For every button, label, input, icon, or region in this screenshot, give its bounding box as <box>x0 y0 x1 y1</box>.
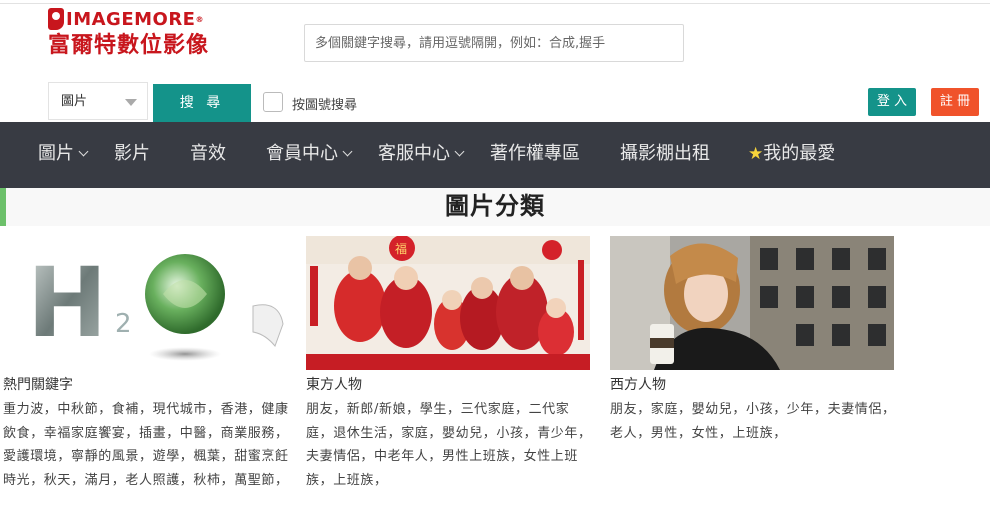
register-button[interactable]: 註 冊 <box>931 88 979 116</box>
western-woman-photo <box>610 236 894 370</box>
category-image-asian-family[interactable]: 福 <box>306 236 590 370</box>
h2o-illustration: H 2 <box>3 236 287 370</box>
logo-text-en: IMAGEMORE <box>66 9 196 30</box>
nav-item-audio[interactable]: 音效 <box>190 122 226 188</box>
search-input[interactable] <box>304 24 684 62</box>
category-keywords[interactable]: 朋友，家庭，嬰幼兒，小孩，少年，夫妻情侶，老人，男性，女性，上班族， <box>610 398 896 445</box>
nav-item-favorites[interactable]: ★我的最愛 <box>748 122 835 188</box>
chevron-down-icon <box>454 146 465 157</box>
chevron-down-icon <box>78 146 89 157</box>
chevron-down-icon <box>342 146 353 157</box>
nav-item-member-center[interactable]: 會員中心 <box>266 122 353 188</box>
nav-item-label: 著作權專區 <box>490 143 580 164</box>
search-type-value: 圖片 <box>61 94 88 109</box>
category-title[interactable]: 西方人物 <box>610 374 666 394</box>
search-type-select[interactable]: 圖片 <box>48 82 148 120</box>
nav-item-label: 圖片 <box>38 143 74 164</box>
page: IMAGEMORE® 富爾特數位影像 圖片 搜 尋 按圖號搜尋 登 入 註 冊 … <box>0 0 990 508</box>
logo-mark-icon <box>48 8 64 30</box>
nav-item-copyright[interactable]: 著作權專區 <box>490 122 580 188</box>
search-button[interactable]: 搜 尋 <box>153 84 251 122</box>
nav-item-label: 會員中心 <box>266 143 338 164</box>
nav-item-label: 我的最愛 <box>763 143 836 164</box>
nav-item-label: 客服中心 <box>378 143 450 164</box>
nav-item-studio-rental[interactable]: 攝影棚出租 <box>620 122 710 188</box>
main-nav: 圖片 影片 音效 會員中心 客服中心 著作權專區 攝影棚出租 ★我的最愛 <box>0 122 990 188</box>
site-logo[interactable]: IMAGEMORE® 富爾特數位影像 <box>48 6 223 62</box>
logo-registered: ® <box>195 15 204 24</box>
category-image-western-woman[interactable] <box>610 236 894 370</box>
nav-item-label: 影片 <box>114 143 150 164</box>
fu-character: 福 <box>395 241 407 256</box>
search-by-id-label[interactable]: 按圖號搜尋 <box>292 94 357 113</box>
section-header: 圖片分類 <box>0 188 990 226</box>
category-image-h2o[interactable]: H 2 <box>3 236 287 370</box>
nav-item-videos[interactable]: 影片 <box>114 122 150 188</box>
star-icon: ★ <box>748 144 764 164</box>
nav-item-label: 攝影棚出租 <box>620 143 710 164</box>
h2o-subscript: 2 <box>115 309 132 339</box>
top-divider <box>0 3 990 4</box>
chevron-down-icon <box>125 99 137 106</box>
search-by-id-checkbox[interactable] <box>263 92 283 112</box>
category-keywords[interactable]: 重力波，中秋節，食補，現代城市，香港，健康飲食，幸福家庭饗宴，插畫，中醫，商業服… <box>3 398 289 492</box>
category-title[interactable]: 熱門關鍵字 <box>3 374 73 394</box>
nav-item-label: 音效 <box>190 143 226 164</box>
asian-family-photo: 福 <box>306 236 590 370</box>
logo-text-cn: 富爾特數位影像 <box>48 33 210 58</box>
nav-item-images[interactable]: 圖片 <box>38 122 89 188</box>
h2o-h-glyph: H <box>27 247 107 359</box>
login-button[interactable]: 登 入 <box>868 88 916 116</box>
category-title[interactable]: 東方人物 <box>306 374 362 394</box>
category-keywords[interactable]: 朋友，新郎/新娘，學生，三代家庭，二代家庭，退休生活，家庭，嬰幼兒，小孩，青少年… <box>306 398 592 492</box>
section-title: 圖片分類 <box>445 192 545 220</box>
nav-item-customer-service[interactable]: 客服中心 <box>378 122 465 188</box>
